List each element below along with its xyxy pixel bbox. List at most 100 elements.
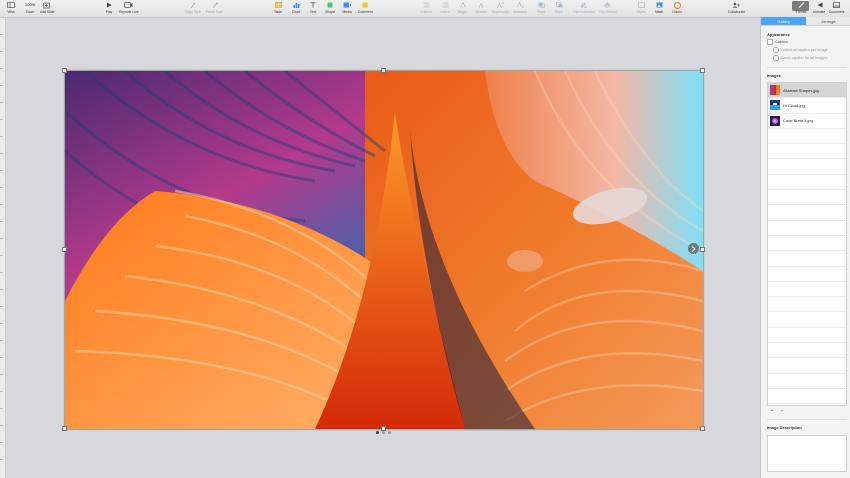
styles-button[interactable]: Styles xyxy=(634,1,648,16)
view-button[interactable]: View xyxy=(4,1,18,16)
image-row-2[interactable]: Hi Cloud.jpg xyxy=(768,98,846,114)
empty-row xyxy=(768,236,846,252)
image-name: Hi Cloud.jpg xyxy=(783,102,805,108)
table-label: Table xyxy=(273,10,283,14)
subscript-button[interactable]: Subscript xyxy=(513,1,527,16)
resize-handle-left[interactable] xyxy=(62,247,67,252)
subscript-icon xyxy=(513,1,527,9)
resize-handle-top-left[interactable] xyxy=(62,68,67,73)
image-row-1[interactable]: Abstract Shapes.jpg xyxy=(768,83,846,99)
resize-handle-top[interactable] xyxy=(381,68,386,73)
image-gallery[interactable] xyxy=(64,70,704,430)
tab-gallery[interactable]: Gallery xyxy=(761,17,806,26)
table-icon xyxy=(271,1,285,9)
view-label: View xyxy=(7,10,15,14)
text-icon xyxy=(306,1,320,9)
caption-checkbox[interactable]: Caption xyxy=(767,39,788,45)
shape-icon xyxy=(323,1,337,9)
add-slide-button[interactable]: Add Slide xyxy=(40,1,55,16)
collaborate-button[interactable]: Collaborate xyxy=(728,1,745,16)
paste-style-icon xyxy=(208,1,222,9)
comment-icon xyxy=(358,1,372,9)
empty-row xyxy=(768,221,846,236)
same-caption-radio[interactable]: Same caption for all images xyxy=(773,55,827,61)
copy-style-button[interactable]: Copy Style xyxy=(185,1,201,16)
back-icon xyxy=(552,1,566,9)
resize-handle-right[interactable] xyxy=(700,247,705,252)
bigger-button[interactable]: Bigger xyxy=(456,1,470,16)
caption-checkbox-box[interactable] xyxy=(767,39,773,45)
chart-button[interactable]: Chart xyxy=(289,1,303,16)
collaborate-label: Collaborate xyxy=(728,10,746,14)
gallery-dot-1[interactable] xyxy=(376,431,379,434)
resize-handle-bottom-right[interactable] xyxy=(700,426,705,431)
smaller-label: Smaller xyxy=(475,10,487,14)
slide-canvas[interactable] xyxy=(6,18,760,478)
document-button[interactable]: Document xyxy=(829,1,844,16)
color-burst-thumbnail xyxy=(770,115,780,126)
animate-button[interactable]: Animate xyxy=(812,1,826,16)
front-button[interactable]: Front xyxy=(534,1,548,16)
empty-row xyxy=(768,374,846,389)
front-icon xyxy=(534,1,548,9)
inspector-panel: Gallery Arrange Appearance Caption Indiv… xyxy=(760,17,850,478)
zoom-label: Zoom xyxy=(25,10,35,14)
flip-horizontal-label: Flip Horizontal xyxy=(573,10,595,14)
add-image-button[interactable]: + xyxy=(768,408,776,414)
paste-style-label: Paste Style xyxy=(206,10,224,14)
flip-vertical-label: Flip Vertical xyxy=(599,10,617,14)
flip-horizontal-button[interactable]: Flip Horizontal xyxy=(573,1,595,16)
resize-handle-bottom-left[interactable] xyxy=(62,426,67,431)
back-button[interactable]: Back xyxy=(552,1,566,16)
resize-handle-top-right[interactable] xyxy=(700,68,705,73)
play-button[interactable]: Play xyxy=(102,1,116,16)
keynote-live-icon xyxy=(122,1,136,9)
smaller-button[interactable]: Smaller xyxy=(474,1,488,16)
abstract-shapes-image xyxy=(65,71,703,429)
empty-row xyxy=(768,297,846,313)
empty-row xyxy=(768,389,846,405)
flip-vertical-button[interactable]: Flip Vertical xyxy=(599,1,617,16)
zoom-control[interactable]: 100% Zoom xyxy=(22,1,38,16)
mask-button[interactable]: Mask xyxy=(652,1,666,16)
image-row-3[interactable]: Color Burst 3.jpg xyxy=(768,114,846,129)
hi-cloud-thumbnail xyxy=(770,100,780,111)
individual-caption-radio[interactable]: Individual caption per image xyxy=(773,47,828,53)
copy-style-label: Copy Style xyxy=(185,10,202,14)
next-image-button[interactable] xyxy=(688,243,699,254)
media-button[interactable]: Media xyxy=(340,1,354,16)
bigger-icon xyxy=(456,1,470,9)
same-caption-radio-dot[interactable] xyxy=(773,55,779,61)
tab-arrange[interactable]: Arrange xyxy=(806,17,850,26)
outdent-icon xyxy=(419,1,433,9)
indent-icon xyxy=(438,1,452,9)
empty-row xyxy=(768,144,846,160)
image-name: Color Burst 3.jpg xyxy=(783,118,813,124)
comment-button[interactable]: Comment xyxy=(358,1,373,16)
shape-button[interactable]: Shape xyxy=(323,1,337,16)
gallery-dot-3[interactable] xyxy=(388,431,391,434)
gallery-dot-2[interactable] xyxy=(382,431,385,434)
table-button[interactable]: Table xyxy=(271,1,285,16)
keynote-live-button[interactable]: Keynote Live xyxy=(119,1,139,16)
outdent-button[interactable]: Outdent xyxy=(419,1,433,16)
indent-button[interactable]: Indent xyxy=(438,1,452,16)
empty-row xyxy=(768,404,846,405)
remove-image-button[interactable]: − xyxy=(778,408,786,414)
superscript-button[interactable]: Superscript xyxy=(492,1,509,16)
format-button[interactable]: Format xyxy=(794,1,808,16)
empty-row xyxy=(768,282,846,298)
inspector-tabs: Gallery Arrange xyxy=(761,17,850,26)
styles-icon xyxy=(634,1,648,9)
paste-style-button[interactable]: Paste Style xyxy=(206,1,223,16)
superscript-label: Superscript xyxy=(492,10,510,14)
document-label: Document xyxy=(829,10,845,14)
text-button[interactable]: Text xyxy=(306,1,320,16)
empty-row xyxy=(768,251,846,267)
image-name: Abstract Shapes.jpg xyxy=(783,87,819,93)
individual-caption-radio-dot[interactable] xyxy=(773,47,779,53)
colors-button[interactable]: Colors xyxy=(670,1,684,16)
images-list[interactable]: Abstract Shapes.jpg Hi Cloud.jpg Color B… xyxy=(767,82,847,406)
image-description-field[interactable] xyxy=(767,435,847,472)
bigger-label: Bigger xyxy=(458,10,468,14)
